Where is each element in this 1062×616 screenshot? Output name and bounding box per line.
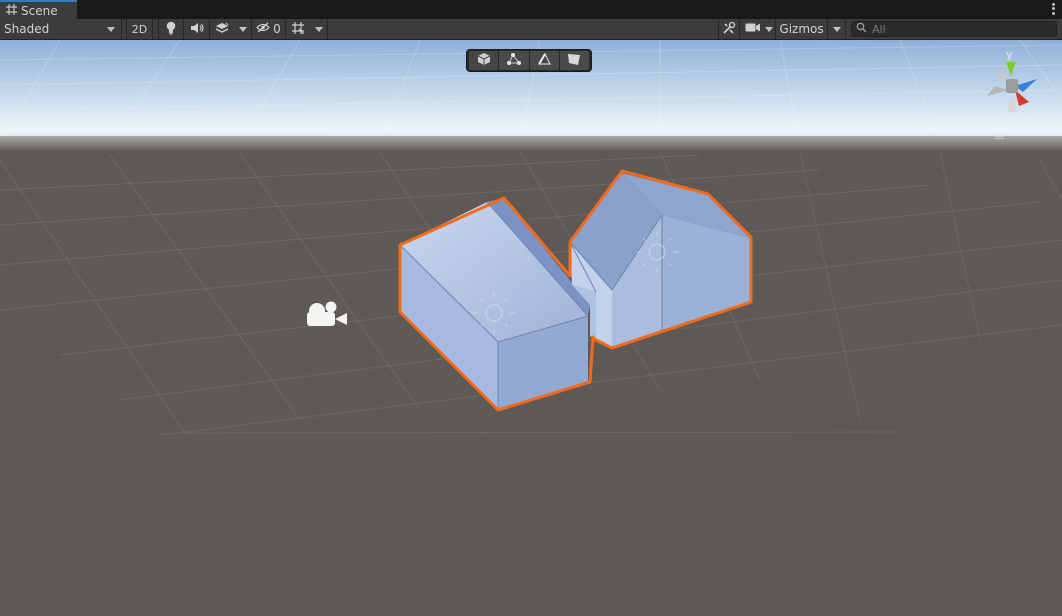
hidden-count: 0 [273,22,281,36]
chevron-down-icon [238,26,247,32]
chevron-down-icon [832,26,841,32]
speaker-icon [190,22,204,37]
search-icon [856,22,867,36]
grid-toggle[interactable] [286,19,310,39]
face-icon [566,52,582,69]
y-axis-cone[interactable] [1006,62,1016,76]
grid-icon [6,3,17,18]
edge-mode-button[interactable] [529,51,559,70]
tools-toggle[interactable] [718,19,740,39]
grid-hash-icon [291,21,305,38]
hidden-objects-toggle[interactable]: 0 [252,19,286,39]
chevron-down-icon [107,27,115,32]
tab-scene[interactable]: Scene [0,0,77,19]
kebab-icon[interactable] [1050,2,1056,16]
gizmos-dropdown[interactable] [828,19,846,39]
lighting-toggle[interactable] [158,19,184,39]
edge-icon [536,52,552,69]
gizmos-label: Gizmos [779,22,824,36]
audio-toggle[interactable] [184,19,210,39]
eye-slash-icon [256,22,271,36]
cube-icon [477,52,491,69]
layers-icon [215,22,229,37]
shading-mode-dropdown[interactable]: Shaded [0,19,122,39]
camera-icon [745,22,761,36]
search-box[interactable] [851,21,1057,37]
tab-title: Scene [21,3,58,18]
vertex-mode-button[interactable] [499,51,529,70]
wrench-icon [722,21,736,38]
scene-toolbar: Shaded 2D 0 Gizmos All [0,19,1062,40]
probuilder-tool-overlay [466,49,592,72]
face-mode-button[interactable] [559,51,589,70]
effects-dropdown[interactable] [234,19,252,39]
tab-bar: Scene [0,0,1062,19]
chevron-down-icon [764,26,773,32]
menu-lines-icon [994,133,1004,140]
orientation-gizmo[interactable]: y [975,46,1055,126]
scene-canvas[interactable] [0,40,1062,616]
lightbulb-icon [165,21,177,38]
gizmo-center[interactable] [1006,79,1018,93]
search-input[interactable] [872,22,1052,36]
neg-x-axis-cone[interactable] [987,86,1009,96]
shading-mode-label: Shaded [4,22,50,36]
mode-2d-label: 2D [131,22,148,36]
grid-dropdown[interactable] [310,19,328,39]
scene-viewport[interactable]: y [0,40,1062,616]
neg-y-axis-cone[interactable] [1007,94,1017,112]
mode-2d-button[interactable]: 2D [126,19,153,39]
vertex-icon [506,52,522,69]
effects-toggle[interactable] [210,19,234,39]
perspective-indicator[interactable] [994,133,1004,140]
horizon [0,136,1062,152]
camera-settings-button[interactable] [742,19,776,39]
z-axis-cone[interactable] [1015,79,1037,92]
y-axis-label: y [1006,48,1013,61]
object-mode-button[interactable] [469,51,499,70]
chevron-down-icon [314,26,323,32]
gizmos-button[interactable]: Gizmos [776,19,828,39]
